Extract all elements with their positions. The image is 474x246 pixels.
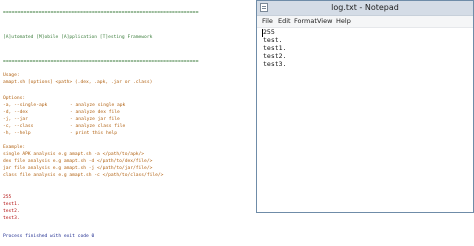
menu-view[interactable]: View bbox=[317, 17, 332, 26]
editor-line: 255 bbox=[263, 28, 275, 36]
example-label: Example: bbox=[3, 145, 26, 150]
usage-label: Usage: bbox=[3, 73, 20, 78]
editor-line: test1. bbox=[263, 44, 287, 52]
menu-file[interactable]: File bbox=[262, 17, 273, 26]
example-line: dex file analysis e.g amapt.sh -d </path… bbox=[3, 159, 153, 164]
example-line: jar file analysis e.g amapt.sh -j </path… bbox=[3, 166, 153, 171]
banner-text: [A]utomated [M]obile [A]pplication [T]es… bbox=[3, 35, 153, 40]
editor-line: test3. bbox=[263, 60, 287, 68]
process-finished-text: Process finished with exit code 0 bbox=[3, 234, 95, 239]
option-desc: - analyze jar file bbox=[70, 117, 120, 122]
menu-edit[interactable]: Edit bbox=[278, 17, 291, 26]
output-line: test3. bbox=[3, 216, 20, 221]
separator-line: ========================================… bbox=[3, 10, 199, 15]
option-flag: -a, --single-apk bbox=[3, 103, 48, 108]
separator-line: ========================================… bbox=[3, 59, 199, 64]
example-line: single APK analysis e.g amapt.sh -a </pa… bbox=[3, 152, 145, 157]
editor-line: test2. bbox=[263, 52, 287, 60]
option-flag: -d, --dex bbox=[3, 110, 28, 115]
notepad-window: log.txt - Notepad File Edit Format View … bbox=[256, 0, 474, 213]
text-editor[interactable]: 255 test. test1. test2. test3. bbox=[257, 28, 473, 212]
menu-bar: File Edit Format View Help bbox=[257, 16, 473, 28]
option-desc: - analyze class file bbox=[70, 124, 126, 129]
option-flag: -h, --help bbox=[3, 131, 31, 136]
title-bar[interactable]: log.txt - Notepad bbox=[257, 1, 473, 16]
example-line: class file analysis e.g amapt.sh -c </pa… bbox=[3, 173, 164, 178]
usage-line: amapt.sh [options] <path> (.dex, .apk, .… bbox=[3, 80, 153, 85]
menu-format[interactable]: Format bbox=[294, 17, 317, 26]
option-desc: - analyze dex file bbox=[70, 110, 120, 115]
option-flag: -j, --jar bbox=[3, 117, 28, 122]
option-flag: -c, --class bbox=[3, 124, 34, 129]
editor-line: test. bbox=[263, 36, 283, 44]
option-desc: - print this help bbox=[70, 131, 118, 136]
window-title: log.txt - Notepad bbox=[331, 3, 399, 12]
options-label: Options: bbox=[3, 96, 26, 101]
output-line: test2. bbox=[3, 209, 20, 214]
output-line: 255 bbox=[3, 195, 12, 200]
menu-help[interactable]: Help bbox=[336, 17, 351, 26]
console-output: ========================================… bbox=[0, 0, 258, 246]
output-line: test1. bbox=[3, 202, 20, 207]
option-desc: - analyze single apk bbox=[70, 103, 126, 108]
